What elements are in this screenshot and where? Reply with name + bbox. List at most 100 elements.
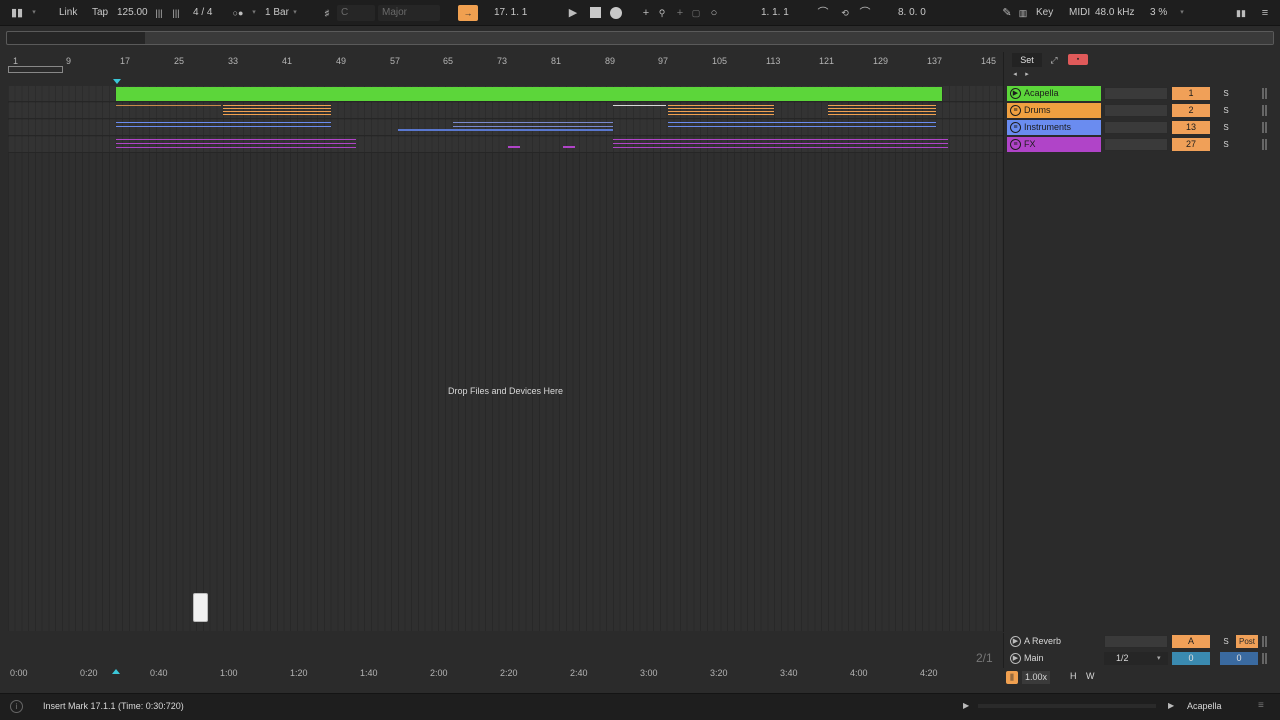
- info-icon[interactable]: i: [10, 700, 23, 713]
- key-map-button[interactable]: Key: [1036, 6, 1053, 20]
- tempo-field[interactable]: 125.00: [117, 6, 148, 20]
- overview-visible-window[interactable]: [145, 32, 1273, 44]
- solo-button[interactable]: S: [1220, 121, 1232, 134]
- record-icon[interactable]: [610, 7, 622, 19]
- overdub-plus-icon[interactable]: +: [640, 6, 652, 20]
- keyboard-icon[interactable]: ▥: [1017, 6, 1029, 20]
- track-lane-drums[interactable]: [8, 103, 1003, 119]
- clip-drums[interactable]: [116, 105, 221, 106]
- track-activator[interactable]: 13: [1172, 121, 1210, 134]
- scroll-left-icon[interactable]: ◂: [1010, 68, 1020, 82]
- track-header-acapella[interactable]: ▶ Acapella 1 S: [1007, 86, 1278, 101]
- track-activator[interactable]: 27: [1172, 138, 1210, 151]
- loop-brace[interactable]: [8, 66, 63, 73]
- group-track-icon[interactable]: ≡: [1010, 122, 1021, 133]
- play-icon[interactable]: ▶: [566, 6, 580, 20]
- track-header-instruments[interactable]: ≡ Instruments 13 S: [1007, 120, 1278, 135]
- key-root-select[interactable]: C: [337, 5, 375, 21]
- track-lane-acapella[interactable]: [8, 86, 1003, 102]
- post-button[interactable]: Post: [1236, 635, 1258, 648]
- capture-icon[interactable]: +: [674, 6, 686, 20]
- clip-instruments[interactable]: [668, 122, 936, 130]
- metronome-bars-icon[interactable]: |||: [152, 6, 166, 20]
- clip-fx[interactable]: [508, 146, 520, 148]
- menu-lines-icon[interactable]: ≡: [1258, 6, 1272, 20]
- play-track-icon[interactable]: ▶: [1010, 636, 1021, 647]
- track-name-main[interactable]: ▶ Main: [1007, 651, 1101, 666]
- h-toggle-button[interactable]: H: [1070, 671, 1077, 681]
- arrangement-overview[interactable]: [6, 31, 1274, 45]
- insert-marker-icon[interactable]: [112, 669, 120, 674]
- send-activator[interactable]: A: [1172, 635, 1210, 648]
- clip-drums[interactable]: [223, 105, 331, 117]
- track-name-drums[interactable]: ≡ Drums: [1007, 103, 1101, 118]
- group-track-icon[interactable]: ≡: [1010, 105, 1021, 116]
- scale-mode-icon[interactable]: ♯: [321, 6, 333, 20]
- main-right-meter[interactable]: 0: [1220, 652, 1258, 665]
- track-resize-grip[interactable]: [1262, 105, 1267, 116]
- track-resize-grip[interactable]: [1262, 88, 1267, 99]
- clip-acapella[interactable]: [116, 87, 942, 101]
- panel-toggle-icon[interactable]: ▮▮: [8, 6, 26, 20]
- loop-start-field[interactable]: 1. 1. 1: [761, 6, 789, 20]
- loop-length-field[interactable]: 8. 0. 0: [898, 6, 926, 20]
- clip-drums[interactable]: [668, 105, 774, 117]
- play-track-icon[interactable]: ▶: [1010, 653, 1021, 664]
- track-resize-grip[interactable]: [1262, 139, 1267, 150]
- quantize-select[interactable]: 1 Bar: [265, 6, 289, 20]
- track-lane-fx[interactable]: [8, 137, 1003, 153]
- track-name-a-reverb[interactable]: ▶ A Reverb: [1007, 634, 1101, 649]
- track-name-acapella[interactable]: ▶ Acapella: [1007, 86, 1101, 101]
- link-button[interactable]: Link: [59, 6, 77, 20]
- track-activator[interactable]: 2: [1172, 104, 1210, 117]
- w-toggle-button[interactable]: W: [1086, 671, 1095, 681]
- solo-button[interactable]: S: [1220, 104, 1232, 117]
- clip-fx[interactable]: [563, 146, 575, 148]
- scroll-right-icon[interactable]: ▸: [1022, 68, 1032, 82]
- track-header-drums[interactable]: ≡ Drums 2 S: [1007, 103, 1278, 118]
- solo-button[interactable]: S: [1220, 87, 1232, 100]
- clip-drums[interactable]: [828, 105, 936, 117]
- set-button[interactable]: Set: [1012, 53, 1042, 67]
- draw-mode-icon[interactable]: ✎: [1000, 6, 1014, 20]
- metronome-icon[interactable]: ○●: [229, 6, 247, 20]
- expand-icon[interactable]: ⤢: [1047, 53, 1061, 67]
- time-signature-field[interactable]: 4 / 4: [193, 6, 212, 20]
- clip-instruments[interactable]: [453, 122, 613, 130]
- chevron-down-icon[interactable]: ▾: [1178, 6, 1186, 20]
- midi-map-button[interactable]: MIDI: [1069, 6, 1090, 20]
- loop-switch-icon[interactable]: ⟲: [838, 6, 852, 20]
- beat-time-ruler[interactable]: 1 9 17 25 33 41 49 57 65 73 81 89 97 105…: [0, 52, 1003, 84]
- play-track-icon[interactable]: ▶: [1010, 88, 1021, 99]
- track-activator[interactable]: 1: [1172, 87, 1210, 100]
- track-lane-instruments[interactable]: [8, 120, 1003, 136]
- play-icon[interactable]: ▶: [1168, 701, 1174, 710]
- follow-button[interactable]: →: [458, 5, 478, 21]
- solo-button[interactable]: S: [1220, 635, 1232, 648]
- lock-icon[interactable]: ▪: [1068, 54, 1088, 65]
- insert-marker-icon[interactable]: [113, 79, 121, 84]
- group-track-icon[interactable]: ≡: [1010, 139, 1021, 150]
- mixer-toggle-icon[interactable]: ⫼: [1006, 671, 1018, 684]
- chevron-down-icon[interactable]: ▾: [291, 6, 299, 20]
- chevron-down-icon[interactable]: ▾: [30, 6, 38, 20]
- track-header-fx[interactable]: ≡ FX 27 S: [1007, 137, 1278, 152]
- clip-fx[interactable]: [116, 139, 356, 149]
- main-left-meter[interactable]: 0: [1172, 652, 1210, 665]
- automation-arm-icon[interactable]: ⚲: [656, 6, 668, 20]
- chevron-down-icon[interactable]: ▾: [250, 6, 258, 20]
- stop-icon[interactable]: [590, 7, 601, 18]
- clip-instruments[interactable]: [116, 122, 331, 130]
- track-resize-grip[interactable]: [1262, 653, 1267, 664]
- nudge-icon[interactable]: |||: [170, 6, 182, 20]
- zoom-field[interactable]: 1.00x: [1022, 671, 1050, 684]
- session-record-icon[interactable]: ▢: [690, 6, 702, 20]
- chevron-down-icon[interactable]: ▾: [1157, 652, 1165, 665]
- clip-drums[interactable]: [613, 105, 666, 106]
- track-header-a-reverb[interactable]: ▶ A Reverb A S Post: [1007, 634, 1278, 649]
- track-name-fx[interactable]: ≡ FX: [1007, 137, 1101, 152]
- scale-select[interactable]: Major: [378, 5, 440, 21]
- time-ruler[interactable]: 0:00 0:20 0:40 1:00 1:20 1:40 2:00 2:20 …: [0, 665, 1003, 685]
- clip-fx[interactable]: [613, 139, 948, 149]
- menu-lines-icon[interactable]: ≡: [1258, 700, 1264, 711]
